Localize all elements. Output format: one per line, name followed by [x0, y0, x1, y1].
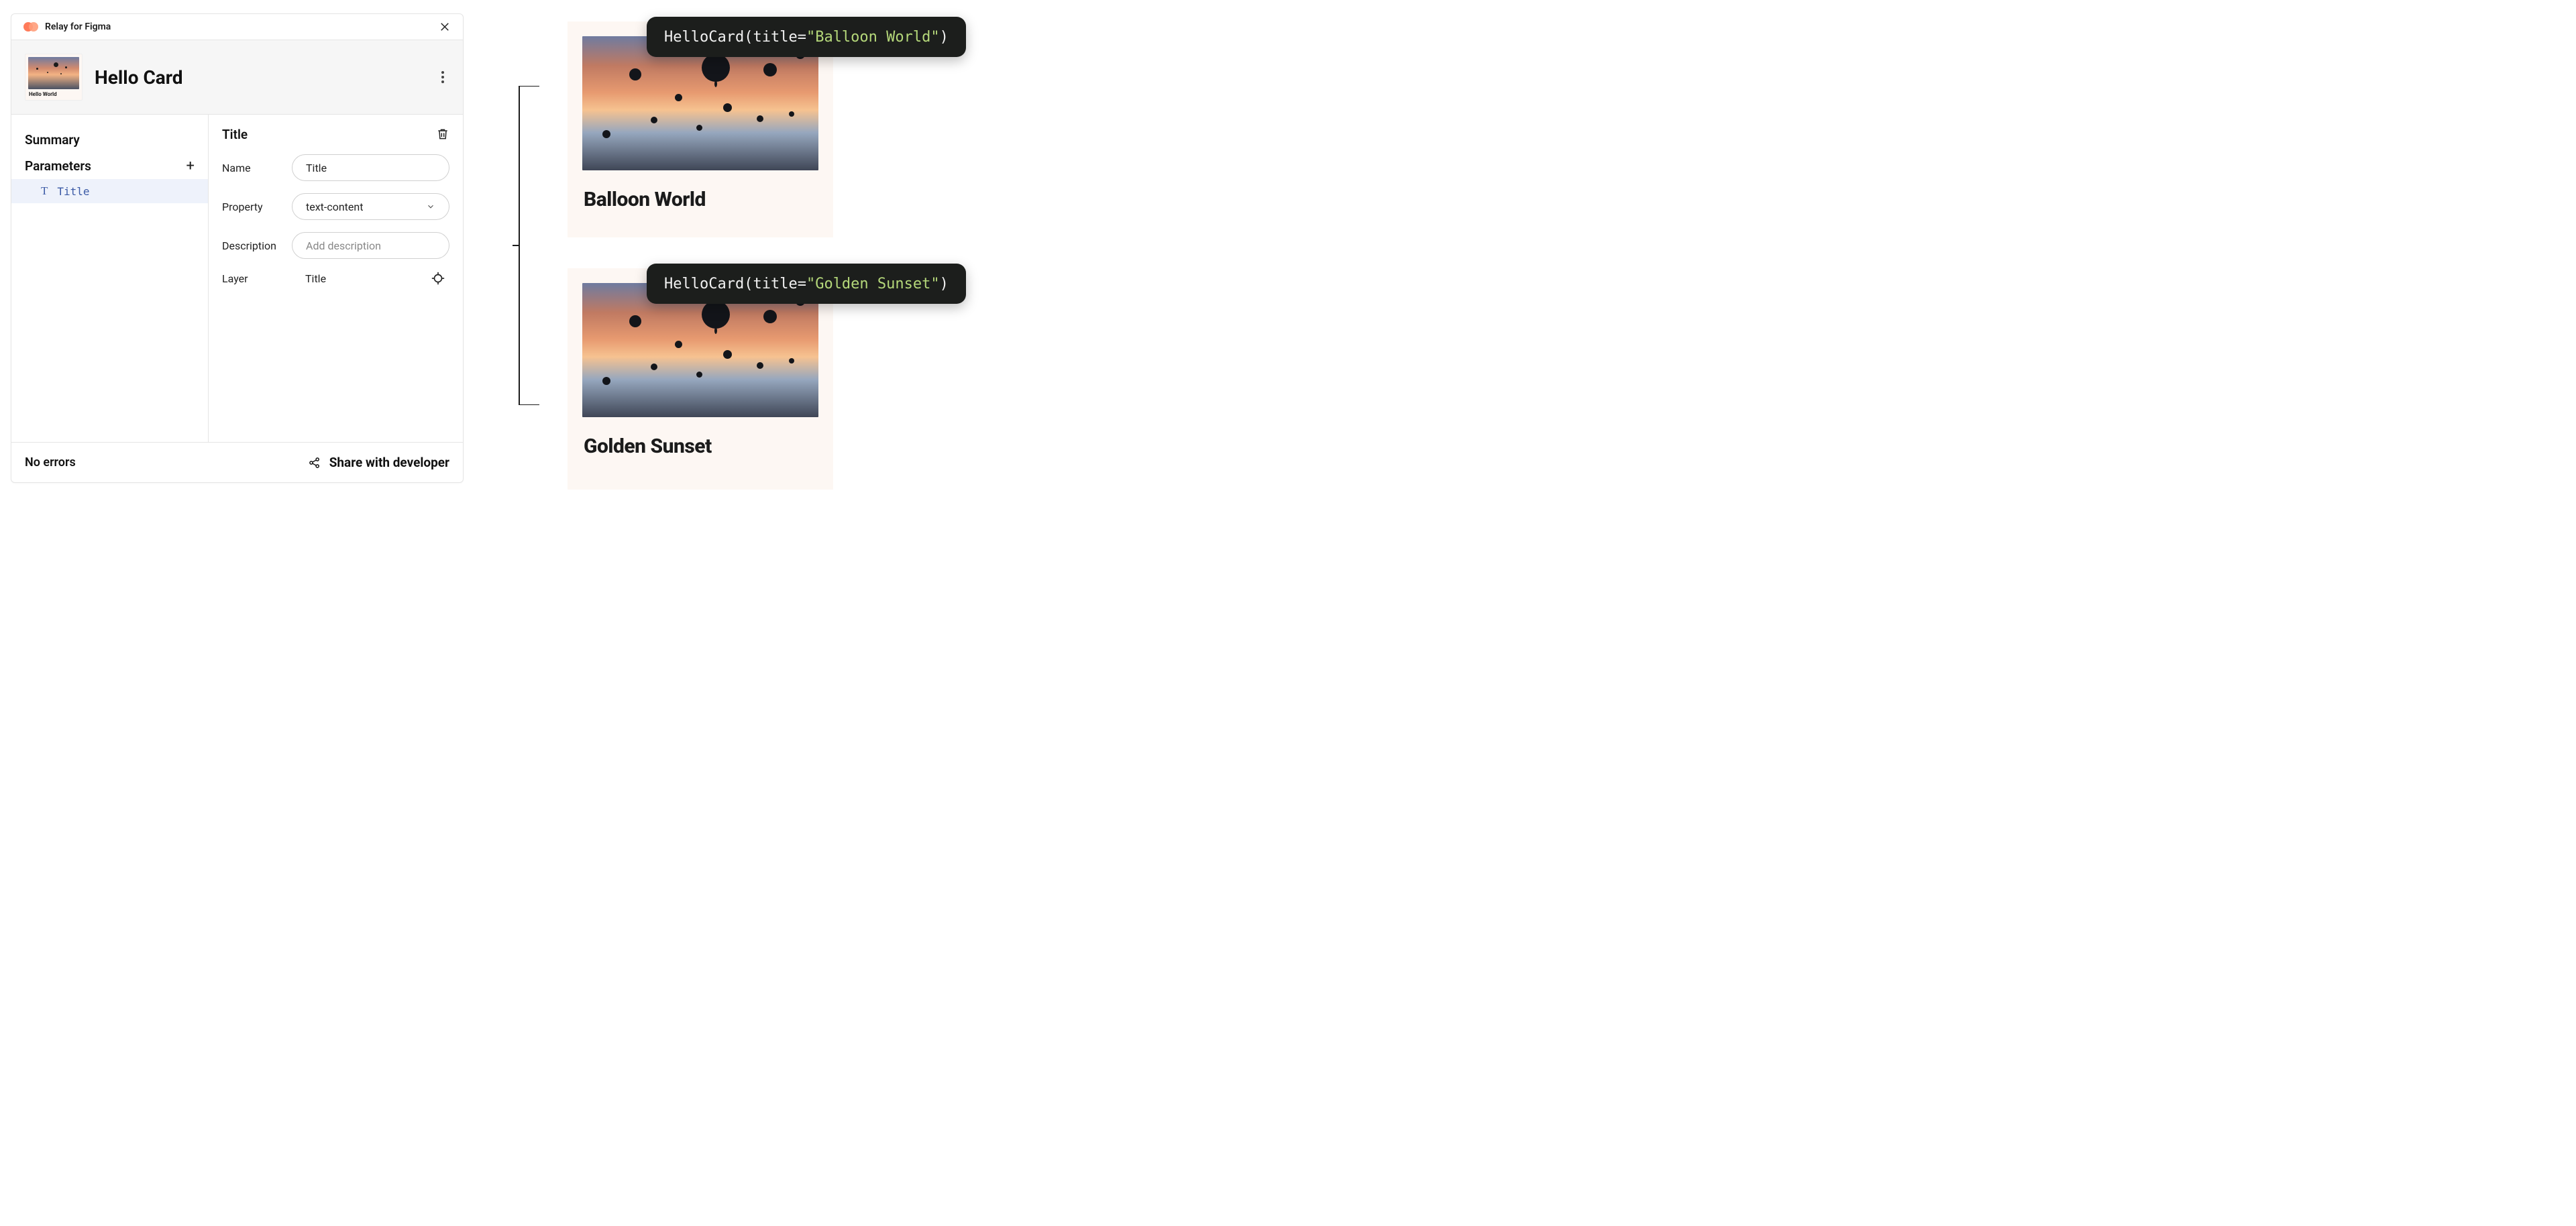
share-icon	[308, 456, 321, 469]
code-chip-1: HelloCard(title="Balloon World")	[647, 17, 966, 57]
code-val-1: "Balloon World"	[806, 29, 940, 46]
field-label-property: Property	[222, 201, 281, 213]
parameters-label: Parameters	[25, 158, 91, 174]
field-row-name: Name Title	[222, 154, 449, 181]
field-label-layer: Layer	[222, 272, 281, 285]
plugin-header-left: Relay for Figma	[23, 21, 111, 32]
close-icon[interactable]	[439, 21, 451, 33]
parameter-item-title[interactable]: T Title	[11, 179, 208, 203]
field-row-description: Description Add description	[222, 232, 449, 259]
status-text: No errors	[25, 455, 76, 469]
name-input[interactable]: Title	[292, 154, 449, 181]
component-title: Hello Card	[95, 66, 183, 89]
more-menu-icon[interactable]	[436, 69, 449, 85]
text-type-icon: T	[41, 184, 48, 198]
preview-card-1-title: Balloon World	[582, 170, 818, 211]
code-arg-1: title	[753, 29, 797, 46]
field-row-property: Property text-content	[222, 193, 449, 220]
delete-parameter-icon[interactable]	[436, 127, 449, 142]
code-fn-2: HelloCard	[664, 276, 744, 292]
target-layer-icon[interactable]	[431, 271, 445, 286]
sidebar-item-parameters[interactable]: Parameters +	[11, 153, 208, 179]
connector-bracket	[513, 86, 539, 405]
relay-logo-icon	[23, 21, 38, 32]
component-header-bar: Hello World Hello Card	[11, 40, 463, 115]
panel-sidebar: Summary Parameters + T Title	[11, 115, 209, 442]
share-label: Share with developer	[329, 455, 449, 470]
plugin-name: Relay for Figma	[45, 21, 111, 32]
parameter-item-label: Title	[57, 185, 89, 198]
description-input[interactable]: Add description	[292, 232, 449, 259]
panel-body: Summary Parameters + T Title Title	[11, 115, 463, 442]
detail-heading: Title	[222, 127, 248, 142]
panel-footer: No errors Share with developer	[11, 442, 463, 482]
field-row-layer: Layer Title	[222, 271, 449, 286]
field-label-name: Name	[222, 162, 281, 174]
property-select[interactable]: text-content	[292, 193, 449, 220]
chevron-down-icon	[426, 202, 435, 211]
thumbnail-caption: Hello World	[28, 89, 79, 97]
component-thumbnail: Hello World	[25, 54, 83, 101]
code-arg-2: title	[753, 276, 797, 292]
add-parameter-icon[interactable]: +	[186, 159, 195, 174]
parameter-detail-pane: Title Name Title Property te	[209, 115, 463, 442]
layer-value: Title	[292, 272, 420, 285]
sidebar-item-summary[interactable]: Summary	[11, 127, 208, 153]
code-fn-1: HelloCard	[664, 29, 744, 46]
detail-header: Title	[222, 127, 449, 142]
code-chip-2: HelloCard(title="Golden Sunset")	[647, 264, 966, 304]
relay-plugin-panel: Relay for Figma Hello World Hello Card S…	[11, 13, 464, 483]
share-with-developer-button[interactable]: Share with developer	[308, 455, 449, 470]
field-label-description: Description	[222, 239, 281, 252]
code-val-2: "Golden Sunset"	[806, 276, 940, 292]
plugin-header: Relay for Figma	[11, 14, 463, 40]
preview-card-2-title: Golden Sunset	[582, 417, 818, 458]
thumbnail-image	[28, 57, 79, 89]
